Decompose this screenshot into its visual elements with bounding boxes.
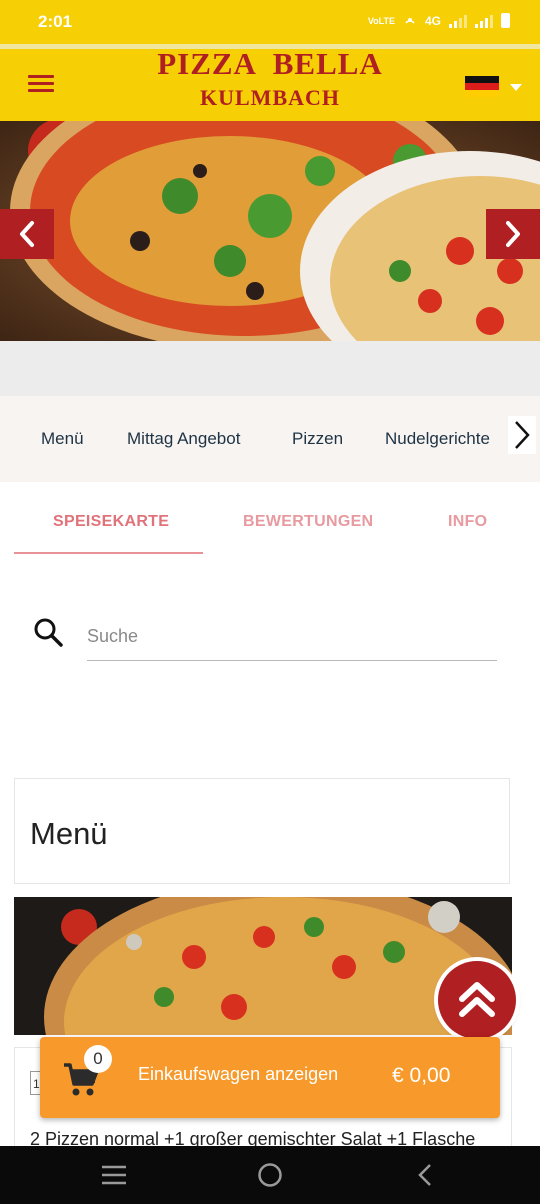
double-chevron-up-icon [459, 982, 495, 1017]
volte-icon: VoLTE [367, 15, 395, 26]
tab-info[interactable]: INFO [448, 513, 487, 531]
hero-prev-button[interactable] [0, 209, 54, 259]
cart-total: € 0,00 [392, 1064, 451, 1087]
brand-city: KULMBACH [200, 85, 340, 110]
brand-name: PIZZA BELLA [157, 46, 383, 81]
signal-icon-1 [449, 14, 467, 28]
german-flag-icon[interactable] [465, 76, 499, 97]
cart-label: Einkaufswagen anzeigen [138, 1064, 339, 1084]
hotspot-icon [403, 12, 417, 29]
active-tab-indicator [14, 552, 203, 554]
cart-count-badge: 0 [84, 1045, 112, 1073]
network-type: 4G [424, 13, 441, 28]
battery-icon [501, 13, 510, 28]
search-icon [32, 616, 64, 653]
category-pizzen[interactable]: Pizzen [292, 429, 343, 449]
home-icon[interactable] [257, 1162, 283, 1193]
menu-section-title: Menü [30, 816, 108, 851]
status-icons: VoLTE 4G [368, 12, 510, 29]
category-nav: Menü Mittag Angebot Pizzen Nudelgerichte [0, 396, 540, 482]
status-bar: 2:01 VoLTE 4G [0, 0, 540, 44]
language-dropdown-icon[interactable] [510, 84, 522, 91]
category-nudelgerichte[interactable]: Nudelgerichte [385, 429, 490, 449]
tab-bewertungen[interactable]: BEWERTUNGEN [243, 513, 373, 531]
category-next-chevron-icon[interactable] [508, 416, 536, 454]
back-icon[interactable] [414, 1162, 436, 1193]
category-menu[interactable]: Menü [41, 429, 84, 449]
scroll-to-top-button[interactable] [438, 961, 516, 1039]
recent-apps-icon[interactable] [101, 1164, 127, 1191]
search-input[interactable] [87, 612, 497, 661]
hero-pizza-image [0, 121, 540, 341]
hero-next-button[interactable] [486, 209, 540, 259]
signal-icon-2 [475, 14, 493, 28]
system-nav-bar [0, 1146, 540, 1204]
category-mittag-angebot[interactable]: Mittag Angebot [127, 429, 240, 449]
spacer-band [0, 341, 540, 396]
tab-speisekarte[interactable]: SPEISEKARTE [53, 513, 169, 531]
app-header: PIZZA BELLA KULMBACH [0, 44, 540, 121]
status-time: 2:01 [38, 12, 73, 31]
